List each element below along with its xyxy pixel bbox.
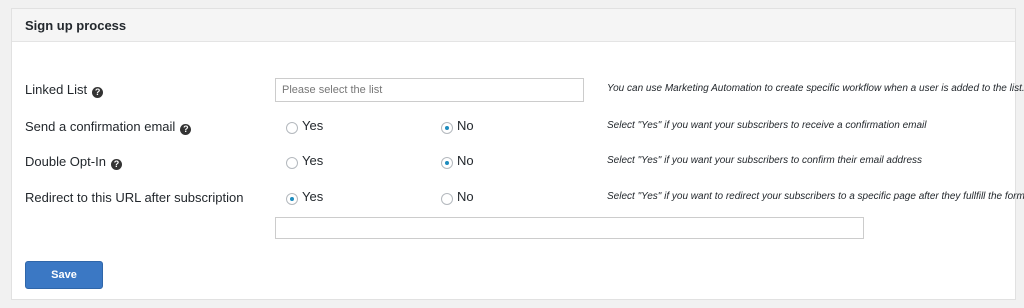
redirect-yes-radio[interactable] bbox=[286, 193, 298, 205]
confirmation-email-description: Select "Yes" if you want your subscriber… bbox=[607, 120, 927, 131]
help-icon[interactable]: ? bbox=[110, 159, 122, 170]
linked-list-description: You can use Marketing Automation to crea… bbox=[607, 83, 1024, 94]
help-icon[interactable]: ? bbox=[180, 124, 192, 135]
double-optin-yes-radio[interactable] bbox=[286, 157, 298, 169]
redirect-description: Select "Yes" if you want to redirect you… bbox=[607, 191, 1024, 202]
confirmation-email-yes-radio[interactable] bbox=[286, 122, 298, 134]
double-optin-label: Double Opt-In? bbox=[25, 154, 122, 170]
radio-label: Yes bbox=[302, 118, 324, 133]
double-optin-no-radio[interactable] bbox=[441, 157, 453, 169]
redirect-url-input[interactable] bbox=[275, 217, 864, 239]
confirmation-email-no-radio[interactable] bbox=[441, 122, 453, 134]
confirmation-email-label: Send a confirmation email? bbox=[25, 119, 192, 135]
save-button[interactable]: Save bbox=[25, 261, 103, 289]
double-optin-description: Select "Yes" if you want your subscriber… bbox=[607, 155, 923, 166]
radio-label: No bbox=[457, 118, 474, 133]
radio-label: Yes bbox=[302, 153, 324, 168]
redirect-no-radio[interactable] bbox=[441, 193, 453, 205]
radio-label: Yes bbox=[302, 189, 324, 204]
linked-list-select[interactable] bbox=[275, 78, 584, 102]
radio-label: No bbox=[457, 153, 474, 168]
help-icon[interactable]: ? bbox=[92, 87, 104, 98]
redirect-row: Redirect to this URL after subscription … bbox=[12, 186, 1024, 210]
confirmation-email-row: Send a confirmation email? Yes No Select… bbox=[12, 115, 1015, 139]
signup-process-panel: Sign up process Linked List? You can use… bbox=[11, 8, 1024, 300]
linked-list-row: Linked List? You can use Marketing Autom… bbox=[12, 78, 1024, 102]
panel-title: Sign up process bbox=[12, 9, 1015, 42]
linked-list-label: Linked List? bbox=[25, 82, 104, 98]
radio-label: No bbox=[457, 189, 474, 204]
double-optin-row: Double Opt-In? Yes No Select "Yes" if yo… bbox=[12, 150, 1015, 174]
redirect-label: Redirect to this URL after subscription bbox=[25, 190, 244, 205]
